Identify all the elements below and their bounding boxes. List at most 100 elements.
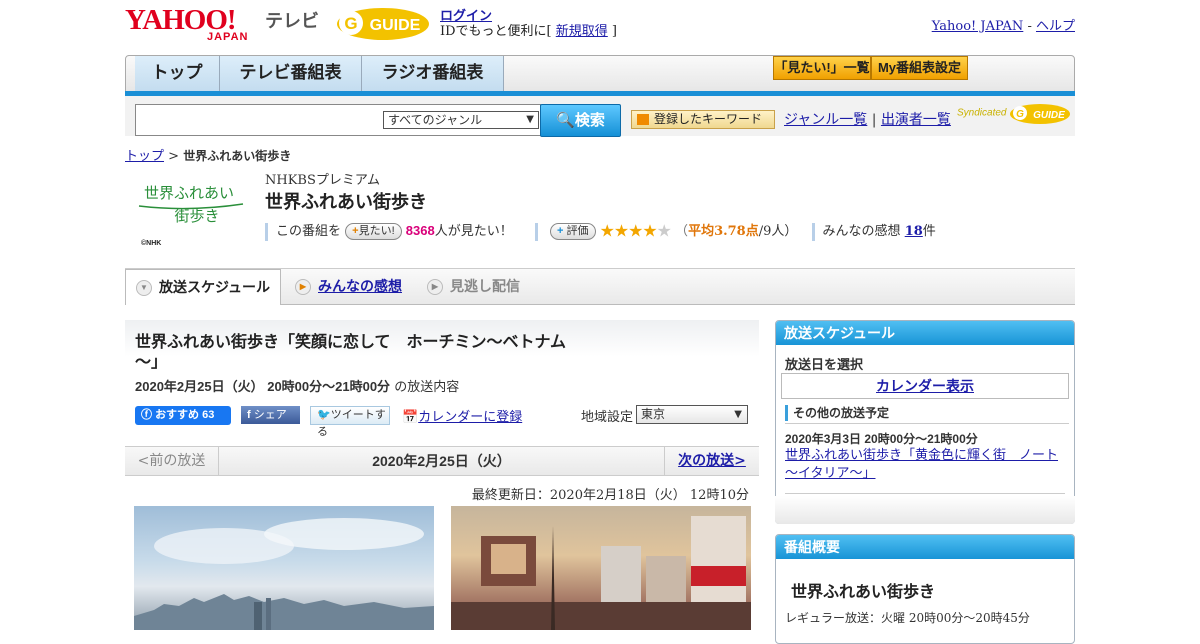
breadcrumb-current: 世界ふれあい街歩き [183, 149, 292, 163]
episode-title: 世界ふれあい街歩き「笑顔に恋して ホーチミン～ベトナム～」 [135, 334, 567, 371]
tab-schedule-label: 放送スケジュール [159, 279, 271, 295]
breadcrumb-sep: > [164, 149, 184, 164]
episode-photo-street [451, 506, 751, 630]
program-logo: 世界ふれあい 街歩き ©NHK [133, 178, 249, 248]
login-sub-prefix: IDでもっと便利に[ [440, 24, 556, 39]
syndicated-gguide-icon: G GUIDE [1010, 104, 1071, 124]
tweet-button[interactable]: 🐦ツイートする [310, 406, 390, 438]
tab-minogashi-label: 見逃し配信 [450, 278, 520, 294]
other-schedule-link[interactable]: 世界ふれあい街歩き「黄金色に輝く街 ノート～イタリア～」 [785, 447, 1065, 483]
svg-text:G: G [344, 14, 357, 33]
schedule-panel-footer [775, 496, 1075, 524]
current-broadcast-date: 2020年2月25日（火） [372, 453, 511, 469]
yahoo-japan-link[interactable]: Yahoo! JAPAN [932, 19, 1024, 34]
dropdown-arrow-icon: ▼ [526, 114, 534, 125]
my-bangumi-button[interactable]: My番組表設定 [871, 56, 968, 80]
facebook-share-button[interactable]: f シェア [241, 406, 300, 424]
calendar-view-link[interactable]: カレンダー表示 [781, 373, 1069, 399]
tab-kanso[interactable]: ▶ みんなの感想 [285, 269, 425, 305]
episode-datetime-suffix: の放送内容 [390, 380, 460, 395]
program-logo-image: 世界ふれあい 街歩き ©NHK [138, 184, 244, 247]
calendar-register[interactable]: 📅カレンダーに登録 [402, 406, 522, 425]
kanso-label: みんなの感想 [822, 224, 901, 239]
star-icon: ★ [613, 221, 629, 242]
calendar-register-link[interactable]: カレンダーに登録 [418, 410, 522, 425]
schedule-panel-title: 放送スケジュール [776, 321, 1074, 345]
chevron-right-icon: ▶ [427, 279, 443, 295]
gguide-logo[interactable]: G GUIDE [333, 4, 433, 42]
breadcrumb-top-link[interactable]: トップ [125, 149, 164, 164]
facebook-f-icon: f [247, 409, 254, 421]
search-icon: 🔍 [556, 112, 575, 129]
other-schedule-label: その他の放送予定 [785, 404, 1069, 424]
photo-skyline-graphic [134, 518, 434, 630]
channel-name: NHKBSプレミアム [265, 173, 380, 188]
meta-divider [534, 222, 538, 241]
dropdown-arrow-icon: ▼ [734, 409, 742, 420]
rating-open: （ [675, 224, 689, 239]
tab-minogashi[interactable]: ▶ 見逃し配信 [417, 269, 557, 305]
facebook-recommend-button[interactable]: ⓕ おすすめ 63 [135, 406, 231, 425]
rate-button-label: 評価 [566, 225, 589, 237]
signup-link[interactable]: 新規取得 [556, 24, 608, 39]
help-link[interactable]: ヘルプ [1036, 19, 1075, 34]
syndicated-label: Syndicated [957, 107, 1007, 119]
kanso-count-link[interactable]: 18 [905, 224, 923, 239]
genre-select-value: すべてのジャンル [388, 113, 483, 127]
search-button[interactable]: 🔍検索 [540, 104, 621, 137]
meta-divider [811, 222, 815, 241]
mitai-list-button[interactable]: 「見たい!」一覧 [773, 56, 871, 80]
star-icon: ★ [599, 221, 615, 242]
genre-select[interactable]: すべてのジャンル ▼ [383, 111, 539, 129]
program-tabs: ▼ 放送スケジュール ▶ みんなの感想 ▶ 見逃し配信 [125, 269, 1075, 305]
mitai-add-button[interactable]: +見たい! [345, 223, 402, 240]
tab-schedule[interactable]: ▼ 放送スケジュール [125, 269, 281, 305]
performer-list-link[interactable]: 出演者一覧 [881, 112, 951, 128]
program-logo-line2: 街歩き [174, 207, 219, 225]
region-select[interactable]: 東京 ▼ [636, 405, 748, 424]
nav-tab-tv[interactable]: テレビ番組表 [220, 56, 362, 92]
calendar-plus-icon: 📅 [402, 410, 419, 425]
tv-label: テレビ [265, 11, 319, 31]
star-icon: ★ [642, 221, 657, 242]
this-program-label: この番組を [276, 224, 342, 239]
twitter-bird-icon: 🐦 [317, 409, 331, 421]
next-broadcast-link[interactable]: 次の放送> [664, 447, 759, 475]
nav-tab-radio[interactable]: ラジオ番組表 [362, 56, 504, 92]
section-marker [785, 405, 788, 421]
header-links: Yahoo! JAPAN - ヘルプ [932, 15, 1075, 34]
star-icon: ★ [656, 221, 672, 242]
facebook-icon: ⓕ [141, 409, 156, 421]
facebook-share-label: シェア [253, 409, 287, 421]
syndicated-gguide-text: GUIDE [1033, 110, 1065, 121]
program-title: 世界ふれあい街歩き [265, 192, 427, 212]
program-logo-line1: 世界ふれあい [144, 184, 234, 202]
mitai-add-label: 見たい! [358, 225, 395, 237]
nav-tab-top[interactable]: トップ [135, 56, 220, 92]
chevron-down-icon: ▼ [136, 280, 152, 296]
genre-links-sep: | [867, 112, 881, 128]
select-date-label: 放送日を選択 [785, 357, 864, 372]
region-select-value: 東京 [641, 407, 666, 421]
keyword-button[interactable]: 登録したキーワード [631, 110, 775, 129]
episode-datetime: 2020年2月25日（火） 20時00分～21時00分 の放送内容 [135, 376, 459, 395]
genre-list-link[interactable]: ジャンル一覧 [784, 112, 867, 128]
other-schedule-date: 2020年3月3日 20時00分～21時00分 [785, 432, 978, 446]
overview-panel-title: 番組概要 [776, 535, 1074, 559]
divider [785, 493, 1065, 494]
rating-stars: ★★★★★ [599, 221, 672, 242]
other-schedule-text: その他の放送予定 [793, 406, 890, 420]
rating-average: 平均3.78点 [688, 224, 759, 239]
search-button-label: 検索 [574, 112, 605, 129]
program-logo-credit: ©NHK [141, 239, 161, 247]
facebook-recommend-label: おすすめ 63 [155, 409, 215, 421]
photo-street-graphic [451, 516, 751, 630]
yahoo-japan-logo[interactable]: YAHOO! JAPAN [125, 5, 261, 43]
prev-broadcast[interactable]: <前の放送 [125, 447, 219, 475]
genre-links: ジャンル一覧 | 出演者一覧 [784, 109, 951, 129]
svg-text:G: G [1016, 109, 1024, 120]
breadcrumb: トップ > 世界ふれあい街歩き [125, 145, 291, 164]
rate-button[interactable]: + 評価 [550, 223, 596, 240]
plus-icon: + [557, 225, 564, 237]
overview-regular: レギュラー放送：火曜 20時00分～20時45分 [785, 611, 1030, 625]
